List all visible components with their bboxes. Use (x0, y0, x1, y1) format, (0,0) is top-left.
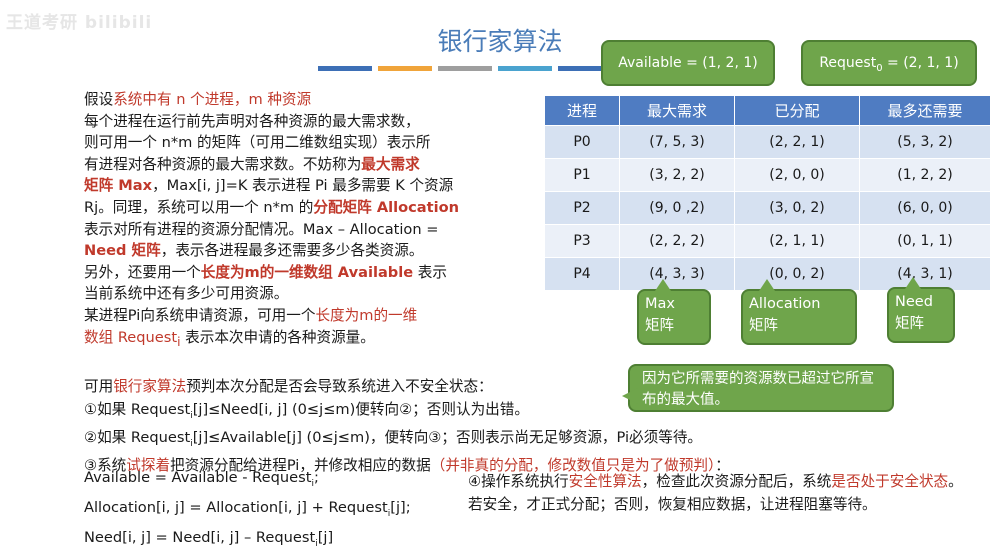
text-highlight: Need 矩阵 (84, 242, 161, 260)
step-four: ④操作系统执行安全性算法，检查此次资源分配后，系统是否处于安全状态。若安全，才正… (468, 470, 963, 516)
request-callout: Request0 = (2, 1, 1) (801, 40, 977, 86)
callout-line: 矩阵 (645, 318, 674, 334)
table-header-row: 进程 最大需求 已分配 最多还需要 (544, 95, 991, 126)
text-line: 当前系统中还有多少可用资源。 (84, 285, 289, 303)
table-cell: (3, 2, 2) (619, 158, 735, 192)
text-line: 表示对所有进程的资源分配情况。Max – Allocation = (84, 220, 439, 238)
title-stripes (318, 66, 612, 71)
request-label: Request (819, 55, 877, 71)
text: 表示 (413, 263, 447, 281)
max-matrix-callout: Max 矩阵 (637, 279, 711, 345)
callout-line: 矩阵 (749, 318, 778, 334)
table-cell: (2, 2, 1) (734, 125, 860, 159)
table-cell: (3, 0, 2) (734, 191, 860, 225)
text: 某进程Pi向系统申请资源，可用一个 (84, 306, 316, 324)
header-need: 最多还需要 (859, 95, 991, 126)
stripe-4 (498, 66, 552, 71)
table-cell: (5, 3, 2) (859, 125, 991, 159)
watermark: 王道考研 bilibili (6, 13, 153, 33)
callout-line: Allocation (749, 296, 821, 312)
update-formulas: Available = Available - Requesti; Alloca… (84, 466, 464, 556)
formula: [j] (317, 528, 334, 546)
table-cell: (0, 1, 1) (859, 224, 991, 258)
table-cell: (2, 1, 1) (734, 224, 860, 258)
text: 假设 (84, 91, 114, 108)
formula: Need[i, j] = Need[i, j] – Request (84, 528, 316, 546)
table-cell: P0 (544, 125, 620, 159)
stripe-3 (438, 66, 492, 71)
text: ①如果 Request (84, 400, 191, 418)
available-callout: Available = (1, 2, 1) (601, 40, 775, 86)
table-cell: (2, 2, 2) (619, 224, 735, 258)
callout-line: Max (645, 296, 675, 312)
table-cell: (0, 0, 2) (734, 257, 860, 291)
table-cell: P4 (544, 257, 620, 291)
need-matrix-callout: Need 矩阵 (887, 277, 955, 343)
text: ②如果 Request (84, 428, 191, 446)
algorithm-steps: 可用银行家算法预判本次分配是否会导致系统进入不安全状态： ①如果 Request… (84, 376, 954, 478)
text-highlight: 分配矩阵 Allocation (313, 198, 460, 216)
text-line: 则可用一个 n*m 的矩阵（可用二维数组实现）表示所 (84, 134, 431, 152)
formula: Available = Available - Request (84, 469, 312, 486)
text: ④操作系统执行 (468, 473, 569, 490)
table-row: P1 (3, 2, 2) (2, 0, 0) (1, 2, 2) (544, 158, 991, 192)
header-process: 进程 (544, 95, 620, 126)
stripe-1 (318, 66, 372, 71)
formula: ; (313, 469, 319, 486)
table-row: P0 (7, 5, 3) (2, 2, 1) (5, 3, 2) (544, 125, 991, 159)
table-cell: (1, 2, 2) (859, 158, 991, 192)
allocation-matrix-callout: Allocation 矩阵 (741, 279, 857, 345)
text: 表示本次申请的各种资源量。 (180, 328, 375, 346)
text-highlight: 长度为m的一维 (315, 306, 418, 324)
text-line: 每个进程在运行前先声明对各种资源的最大需求数， (84, 112, 420, 130)
table-row: P2 (9, 0 ,2) (3, 0, 2) (6, 0, 0) (544, 191, 991, 225)
text: [j]≤Need[i, j] (0≤j≤m)便转向②；否则认为出错。 (192, 400, 529, 418)
table-cell: (4, 3, 3) (619, 257, 735, 291)
text: ，检查此次资源分配后，系统 (641, 473, 832, 490)
text: ，表示各进程最多还需要多少各类资源。 (160, 242, 424, 260)
text: 预判本次分配是否会导致系统进入不安全状态： (186, 378, 493, 395)
table-cell: (2, 0, 0) (734, 158, 860, 192)
text: [j]≤Available[j] (0≤j≤m)，便转向③；否则表示尚无足够资源… (192, 428, 703, 446)
text-highlight: 长度为m的一维数组 Available (200, 263, 414, 281)
table-cell: (9, 0 ,2) (619, 191, 735, 225)
request-value: = (2, 1, 1) (882, 55, 959, 71)
text-highlight: 是否处于安全状态 (831, 473, 949, 490)
header-max: 最大需求 (619, 95, 735, 126)
text: ，Max[i, j]=K 表示进程 Pi 最多需要 K 个资源 (152, 177, 454, 195)
formula: Allocation[i, j] = Allocation[i, j] + Re… (84, 498, 388, 516)
text: 可用 (84, 378, 114, 395)
formula: [j]; (390, 498, 411, 516)
slide-title: 银行家算法 (437, 27, 563, 56)
text: 有进程对各种资源的最大需求数。不妨称为 (84, 155, 362, 173)
text-highlight: 系统中有 n 个进程，m 种资源 (113, 91, 312, 108)
table-cell: (4, 3, 1) (859, 257, 991, 291)
text-highlight: 矩阵 Max (84, 177, 153, 195)
header-allocated: 已分配 (734, 95, 860, 126)
callout-line: Need (895, 294, 933, 310)
text-highlight: 安全性算法 (568, 473, 642, 490)
table-cell: (7, 5, 3) (619, 125, 735, 159)
text-highlight: 数组 Request (84, 328, 178, 346)
resource-table: 进程 最大需求 已分配 最多还需要 P0 (7, 5, 3) (2, 2, 1)… (544, 95, 991, 291)
text-highlight: 最大需求 (361, 155, 420, 173)
stripe-2 (378, 66, 432, 71)
table-cell: (6, 0, 0) (859, 191, 991, 225)
text: Rj。同理，系统可以用一个 n*m 的 (84, 198, 314, 216)
text: 另外，还要用一个 (84, 263, 201, 281)
table-cell: P3 (544, 224, 620, 258)
table-row: P3 (2, 2, 2) (2, 1, 1) (0, 1, 1) (544, 224, 991, 258)
callout-line: 矩阵 (895, 316, 924, 332)
table-cell: P2 (544, 191, 620, 225)
text-highlight: 银行家算法 (113, 378, 187, 395)
explanation-paragraph: 假设系统中有 n 个进程，m 种资源 每个进程在运行前先声明对各种资源的最大需求… (84, 89, 540, 353)
table-cell: P1 (544, 158, 620, 192)
